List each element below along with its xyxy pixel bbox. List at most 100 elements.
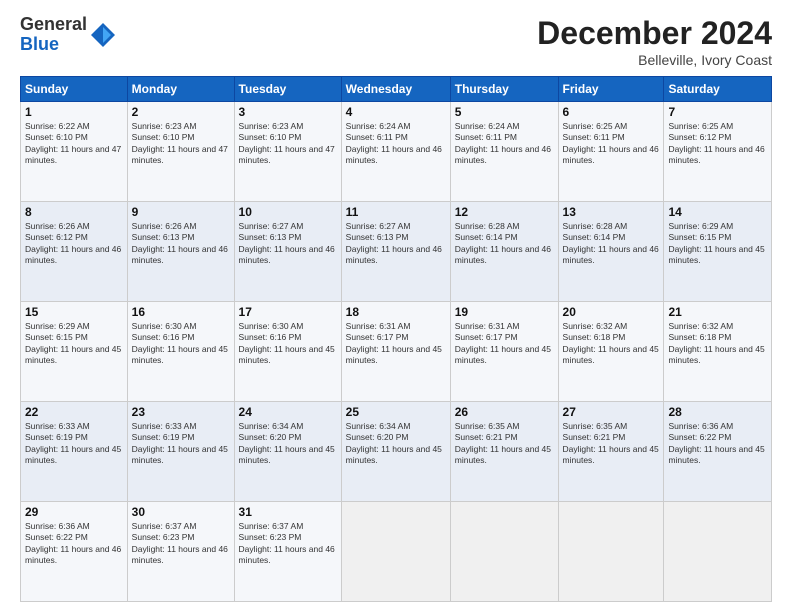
calendar-cell: 11 Sunrise: 6:27 AMSunset: 6:13 PMDaylig… [341,202,450,302]
day-info: Sunrise: 6:37 AMSunset: 6:23 PMDaylight:… [239,521,335,565]
day-number: 13 [563,205,660,219]
day-number: 14 [668,205,767,219]
calendar-cell [450,502,558,602]
calendar-cell: 22 Sunrise: 6:33 AMSunset: 6:19 PMDaylig… [21,402,128,502]
calendar-cell: 17 Sunrise: 6:30 AMSunset: 6:16 PMDaylig… [234,302,341,402]
calendar-cell: 10 Sunrise: 6:27 AMSunset: 6:13 PMDaylig… [234,202,341,302]
day-number: 24 [239,405,337,419]
calendar-cell: 27 Sunrise: 6:35 AMSunset: 6:21 PMDaylig… [558,402,664,502]
calendar-cell: 15 Sunrise: 6:29 AMSunset: 6:15 PMDaylig… [21,302,128,402]
day-number: 15 [25,305,123,319]
day-info: Sunrise: 6:26 AMSunset: 6:12 PMDaylight:… [25,221,121,265]
day-info: Sunrise: 6:23 AMSunset: 6:10 PMDaylight:… [239,121,335,165]
week-row-1: 1 Sunrise: 6:22 AMSunset: 6:10 PMDayligh… [21,102,772,202]
day-info: Sunrise: 6:34 AMSunset: 6:20 PMDaylight:… [239,421,335,465]
header-day-monday: Monday [127,77,234,102]
calendar-cell: 9 Sunrise: 6:26 AMSunset: 6:13 PMDayligh… [127,202,234,302]
day-info: Sunrise: 6:33 AMSunset: 6:19 PMDaylight:… [132,421,228,465]
calendar-cell: 14 Sunrise: 6:29 AMSunset: 6:15 PMDaylig… [664,202,772,302]
day-info: Sunrise: 6:30 AMSunset: 6:16 PMDaylight:… [239,321,335,365]
day-number: 27 [563,405,660,419]
day-info: Sunrise: 6:36 AMSunset: 6:22 PMDaylight:… [25,521,121,565]
week-row-3: 15 Sunrise: 6:29 AMSunset: 6:15 PMDaylig… [21,302,772,402]
calendar-cell: 8 Sunrise: 6:26 AMSunset: 6:12 PMDayligh… [21,202,128,302]
day-number: 12 [455,205,554,219]
calendar-cell: 26 Sunrise: 6:35 AMSunset: 6:21 PMDaylig… [450,402,558,502]
day-number: 29 [25,505,123,519]
day-number: 10 [239,205,337,219]
header-day-saturday: Saturday [664,77,772,102]
calendar-header: SundayMondayTuesdayWednesdayThursdayFrid… [21,77,772,102]
day-info: Sunrise: 6:32 AMSunset: 6:18 PMDaylight:… [563,321,659,365]
day-info: Sunrise: 6:31 AMSunset: 6:17 PMDaylight:… [346,321,442,365]
day-info: Sunrise: 6:36 AMSunset: 6:22 PMDaylight:… [668,421,764,465]
calendar-cell: 24 Sunrise: 6:34 AMSunset: 6:20 PMDaylig… [234,402,341,502]
day-number: 31 [239,505,337,519]
header: General Blue December 2024 Belleville, I… [20,15,772,68]
day-info: Sunrise: 6:27 AMSunset: 6:13 PMDaylight:… [239,221,335,265]
day-info: Sunrise: 6:35 AMSunset: 6:21 PMDaylight:… [455,421,551,465]
calendar-cell: 6 Sunrise: 6:25 AMSunset: 6:11 PMDayligh… [558,102,664,202]
day-info: Sunrise: 6:26 AMSunset: 6:13 PMDaylight:… [132,221,228,265]
header-day-friday: Friday [558,77,664,102]
calendar-cell: 21 Sunrise: 6:32 AMSunset: 6:18 PMDaylig… [664,302,772,402]
day-info: Sunrise: 6:32 AMSunset: 6:18 PMDaylight:… [668,321,764,365]
calendar-cell: 13 Sunrise: 6:28 AMSunset: 6:14 PMDaylig… [558,202,664,302]
day-number: 23 [132,405,230,419]
logo-text: General Blue [20,15,87,55]
day-info: Sunrise: 6:31 AMSunset: 6:17 PMDaylight:… [455,321,551,365]
day-number: 16 [132,305,230,319]
day-number: 25 [346,405,446,419]
day-info: Sunrise: 6:24 AMSunset: 6:11 PMDaylight:… [455,121,551,165]
calendar-cell [341,502,450,602]
logo-blue: Blue [20,35,87,55]
logo-icon [89,21,117,49]
header-day-sunday: Sunday [21,77,128,102]
day-info: Sunrise: 6:37 AMSunset: 6:23 PMDaylight:… [132,521,228,565]
day-number: 3 [239,105,337,119]
day-number: 8 [25,205,123,219]
logo-general: General [20,15,87,35]
calendar-cell: 5 Sunrise: 6:24 AMSunset: 6:11 PMDayligh… [450,102,558,202]
calendar-table: SundayMondayTuesdayWednesdayThursdayFrid… [20,76,772,602]
day-info: Sunrise: 6:33 AMSunset: 6:19 PMDaylight:… [25,421,121,465]
title-block: December 2024 Belleville, Ivory Coast [537,15,772,68]
calendar-cell: 7 Sunrise: 6:25 AMSunset: 6:12 PMDayligh… [664,102,772,202]
calendar-cell: 20 Sunrise: 6:32 AMSunset: 6:18 PMDaylig… [558,302,664,402]
week-row-2: 8 Sunrise: 6:26 AMSunset: 6:12 PMDayligh… [21,202,772,302]
day-info: Sunrise: 6:34 AMSunset: 6:20 PMDaylight:… [346,421,442,465]
calendar-cell: 25 Sunrise: 6:34 AMSunset: 6:20 PMDaylig… [341,402,450,502]
calendar-cell [558,502,664,602]
calendar-cell: 28 Sunrise: 6:36 AMSunset: 6:22 PMDaylig… [664,402,772,502]
day-number: 6 [563,105,660,119]
day-number: 21 [668,305,767,319]
day-number: 1 [25,105,123,119]
header-day-tuesday: Tuesday [234,77,341,102]
day-number: 11 [346,205,446,219]
calendar-cell: 4 Sunrise: 6:24 AMSunset: 6:11 PMDayligh… [341,102,450,202]
day-info: Sunrise: 6:29 AMSunset: 6:15 PMDaylight:… [668,221,764,265]
day-number: 22 [25,405,123,419]
logo: General Blue [20,15,117,55]
page: General Blue December 2024 Belleville, I… [0,0,792,612]
day-number: 26 [455,405,554,419]
calendar-cell: 29 Sunrise: 6:36 AMSunset: 6:22 PMDaylig… [21,502,128,602]
day-info: Sunrise: 6:28 AMSunset: 6:14 PMDaylight:… [563,221,659,265]
day-info: Sunrise: 6:25 AMSunset: 6:11 PMDaylight:… [563,121,659,165]
calendar-cell: 23 Sunrise: 6:33 AMSunset: 6:19 PMDaylig… [127,402,234,502]
month-title: December 2024 [537,15,772,52]
header-day-thursday: Thursday [450,77,558,102]
day-number: 4 [346,105,446,119]
calendar-cell: 16 Sunrise: 6:30 AMSunset: 6:16 PMDaylig… [127,302,234,402]
header-day-wednesday: Wednesday [341,77,450,102]
header-row: SundayMondayTuesdayWednesdayThursdayFrid… [21,77,772,102]
day-info: Sunrise: 6:28 AMSunset: 6:14 PMDaylight:… [455,221,551,265]
day-info: Sunrise: 6:23 AMSunset: 6:10 PMDaylight:… [132,121,228,165]
calendar-cell: 12 Sunrise: 6:28 AMSunset: 6:14 PMDaylig… [450,202,558,302]
calendar-cell [664,502,772,602]
calendar-cell: 2 Sunrise: 6:23 AMSunset: 6:10 PMDayligh… [127,102,234,202]
week-row-4: 22 Sunrise: 6:33 AMSunset: 6:19 PMDaylig… [21,402,772,502]
day-info: Sunrise: 6:24 AMSunset: 6:11 PMDaylight:… [346,121,442,165]
calendar-cell: 30 Sunrise: 6:37 AMSunset: 6:23 PMDaylig… [127,502,234,602]
day-number: 7 [668,105,767,119]
